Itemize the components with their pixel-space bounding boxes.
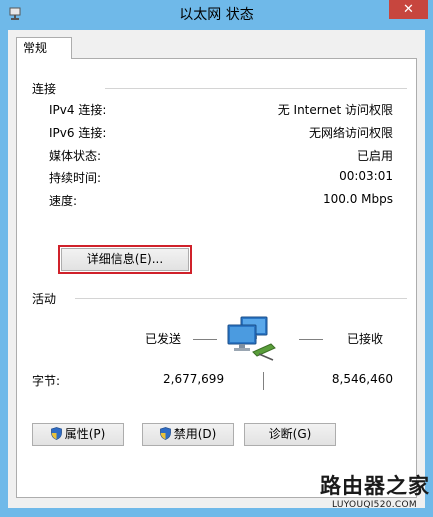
dialog-client-area: 常规 连接 IPv4 连接: 无 Internet 访问权限 IPv6 连接: … [8,30,425,508]
ipv4-connectivity-label: IPv4 连接: [49,103,107,117]
network-computers-icon [223,314,285,362]
ethernet-status-window: 以太网 状态 ✕ 常规 连接 IPv4 连接: 无 Internet 访问权限 … [0,0,433,517]
close-icon: ✕ [403,2,414,17]
details-button[interactable]: 详细信息(E)... [61,248,189,271]
activity-group-label: 活动 [32,290,61,307]
watermark-logo: 路由器之家 LUYOUQI520.COM [320,470,430,514]
bytes-divider [263,372,264,390]
bytes-sent-value: 2,677,699 [163,372,225,386]
ipv4-connectivity-value: 无 Internet 访问权限 [277,103,393,117]
media-state-label: 媒体状态: [49,149,102,163]
properties-button[interactable]: 属性(P) [32,423,124,446]
uac-shield-icon [50,426,62,440]
disable-button[interactable]: 禁用(D) [142,423,234,446]
connection-group-divider [105,88,407,89]
connection-group-label: 连接 [32,80,61,97]
received-label: 已接收 [347,332,384,346]
diagnose-button[interactable]: 诊断(G) [244,423,336,446]
watermark-url-text: LUYOUQI520.COM [332,500,417,510]
sent-dash [193,339,217,340]
close-button[interactable]: ✕ [389,0,428,19]
speed-label: 速度: [49,194,78,208]
general-tab-panel: 连接 IPv4 连接: 无 Internet 访问权限 IPv6 连接: 无网络… [16,58,417,498]
bytes-label: 字节: [32,374,61,388]
ipv6-connectivity-label: IPv6 连接: [49,126,107,140]
speed-value: 100.0 Mbps [322,192,393,206]
ipv6-connectivity-value: 无网络访问权限 [308,126,393,140]
media-state-value: 已启用 [356,149,393,163]
bytes-received-value: 8,546,460 [331,372,393,386]
activity-group-divider [75,298,407,299]
disable-label: 禁用(D) [173,427,217,441]
received-dash [299,339,323,340]
watermark-chinese-text: 路由器之家 [320,474,430,498]
window-title: 以太网 状态 [179,7,254,23]
uac-shield-icon [159,426,171,440]
tab-general[interactable]: 常规 [16,37,72,59]
duration-value: 00:03:01 [339,169,393,183]
sent-label: 已发送 [145,332,182,346]
properties-label: 属性(P) [64,427,106,441]
duration-label: 持续时间: [49,171,102,185]
